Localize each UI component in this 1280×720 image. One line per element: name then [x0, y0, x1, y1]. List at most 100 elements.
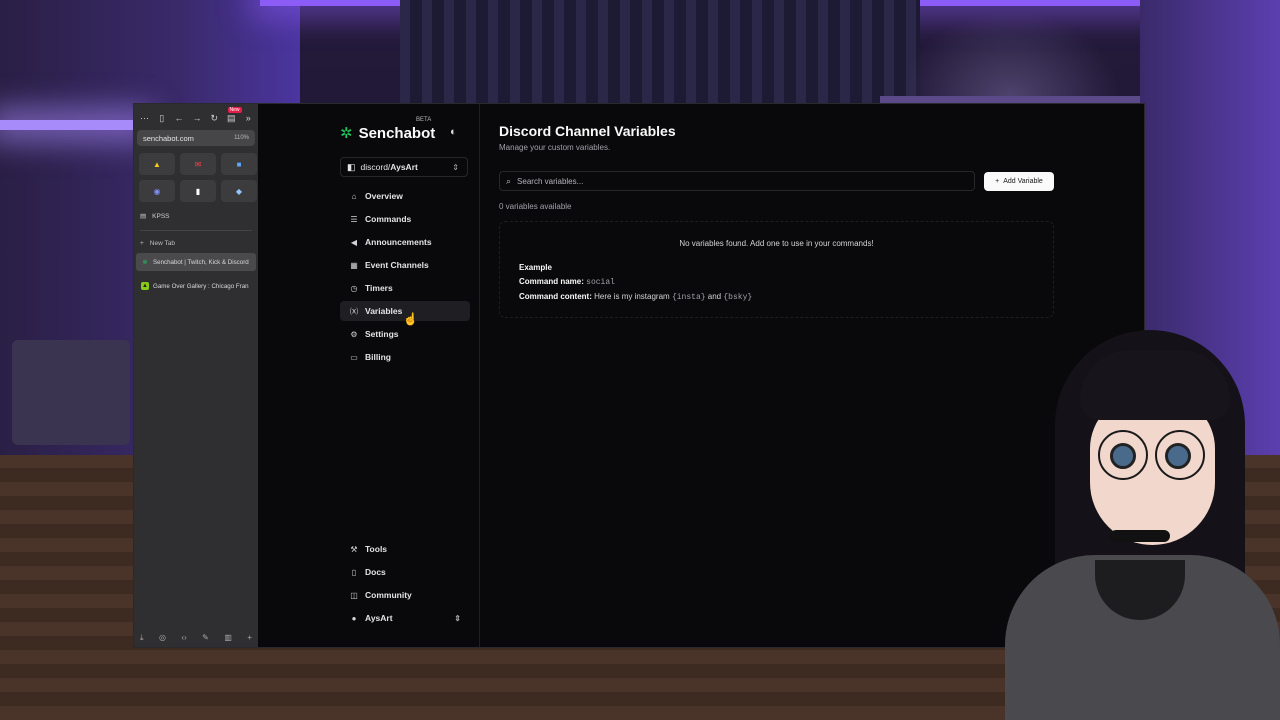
home-icon: ⌂: [351, 191, 357, 201]
nav-label: Overview: [365, 191, 403, 201]
nav-label: Community: [365, 590, 412, 600]
curtain: [400, 0, 920, 110]
browser-toolbar: ⋯ ▯ ← → ↻ ▤ New »: [134, 104, 258, 126]
pinned-discord[interactable]: ◉: [139, 180, 175, 202]
page-title: Discord Channel Variables: [499, 123, 676, 139]
avatar-bangs: [1080, 350, 1230, 420]
forward-icon[interactable]: →: [192, 113, 201, 123]
speaker: [12, 340, 130, 445]
divider: [140, 230, 252, 231]
pinned-docs[interactable]: ■: [221, 153, 257, 175]
reload-icon[interactable]: ↻: [210, 113, 218, 124]
pinned-drive[interactable]: ▲: [139, 153, 175, 175]
search-icon: ⌕: [506, 175, 512, 186]
example-variable: {bsky}: [723, 293, 753, 302]
pinned-gmail[interactable]: ✉: [180, 153, 216, 175]
channel-icon: ◧: [347, 161, 356, 172]
tab-title: Game Over Gallery : Chicago Fran: [153, 282, 249, 290]
calendar-icon: ▦: [350, 260, 358, 270]
example-variable: {insta}: [671, 293, 706, 302]
example-joiner: and: [707, 292, 722, 301]
wrench-icon: ⚒: [350, 544, 358, 554]
chevron-updown-icon: ⇕: [454, 613, 461, 623]
card-icon: ▭: [350, 352, 358, 362]
nav-item-tools[interactable]: ⚒ Tools: [340, 539, 470, 559]
browser-window: ⋯ ▯ ← → ↻ ▤ New » senchabot.com 110% ▲ ✉ …: [133, 103, 1145, 648]
figurines: [900, 10, 1120, 98]
more-icon[interactable]: ⋯: [140, 113, 149, 124]
folder-icon: ▤: [140, 213, 147, 220]
nav-label: Announcements: [365, 237, 432, 247]
app-sidebar: ✲ Senchabot BETA ◐ ◧ discord/AysArt ⇕ ⌂ O…: [258, 104, 480, 647]
browser-tab[interactable]: ▲ Game Over Gallery : Chicago Fran: [136, 277, 256, 295]
add-variable-button[interactable]: + Add Variable: [984, 171, 1054, 191]
nav-label: Billing: [365, 352, 391, 362]
url-bar[interactable]: senchabot.com 110%: [137, 130, 255, 146]
folder-label: KPSS: [152, 212, 170, 220]
nav-item-event-channels[interactable]: ▦ Event Channels: [340, 255, 470, 275]
browser-tab[interactable]: ✲ Senchabot | Twitch, Kick & Discord: [136, 253, 256, 271]
notion-icon: ▮: [195, 186, 201, 196]
nav-label: Commands: [365, 214, 412, 224]
chat-icon: ◫: [350, 590, 358, 600]
nav-item-commands[interactable]: ☰ Commands: [340, 209, 470, 229]
gear-icon: ⚙: [350, 329, 358, 339]
nav-item-timers[interactable]: ◷ Timers: [340, 278, 470, 298]
theme-toggle-icon[interactable]: ◐: [450, 126, 457, 138]
gmail-icon: ✉: [194, 159, 202, 169]
code-icon[interactable]: ‹›: [181, 633, 186, 643]
gallery-favicon-icon: ▲: [141, 282, 149, 290]
add-icon[interactable]: +: [247, 633, 252, 643]
plus-icon: +: [995, 177, 1000, 185]
variables-count: 0 variables available: [499, 202, 572, 211]
nav-label: Settings: [365, 329, 399, 339]
news-icon[interactable]: ▤ New: [227, 106, 242, 124]
nav-item-settings[interactable]: ⚙ Settings: [340, 324, 470, 344]
nav-label: Docs: [365, 567, 386, 577]
avatar: ●: [351, 613, 357, 623]
zoom-level[interactable]: 110%: [234, 135, 249, 141]
add-variable-label: Add Variable: [1003, 177, 1043, 185]
docs-icon: ■: [236, 159, 242, 169]
nav-item-docs[interactable]: ▯ Docs: [340, 562, 470, 582]
gamepad-icon[interactable]: ◎: [159, 633, 166, 643]
plus-icon: +: [140, 240, 144, 247]
sidebar-toggle-icon[interactable]: ▯: [158, 113, 165, 124]
nav-item-billing[interactable]: ▭ Billing: [340, 347, 470, 367]
channel-selector[interactable]: ◧ discord/AysArt ⇕: [340, 157, 468, 177]
discord-icon: ◉: [153, 186, 161, 196]
search-input[interactable]: [517, 176, 968, 186]
back-icon[interactable]: ←: [174, 113, 183, 123]
secondary-nav: ⚒ Tools ▯ Docs ◫ Community ● AysArt ⇕: [340, 539, 470, 631]
new-tab-label: New Tab: [149, 240, 175, 247]
news-badge: New: [227, 106, 242, 113]
example-name-value: social: [586, 278, 615, 287]
senchabot-logo-icon: ✲: [340, 125, 353, 142]
download-icon[interactable]: ⤓: [140, 633, 144, 643]
search-box[interactable]: ⌕: [499, 171, 975, 191]
list-icon: ☰: [350, 214, 358, 224]
empty-state: No variables found. Add one to use in yo…: [499, 221, 1054, 318]
folder-item[interactable]: ▤ KPSS: [140, 212, 252, 221]
nav-item-community[interactable]: ◫ Community: [340, 585, 470, 605]
library-icon[interactable]: ▥: [224, 633, 232, 643]
nav-item-announcements[interactable]: ◀ Announcements: [340, 232, 470, 252]
brand-name: Senchabot: [358, 124, 436, 142]
senchabot-favicon-icon: ✲: [142, 259, 148, 266]
neon-light-strip-left: [0, 120, 140, 130]
example-block: Example Command name: social Command con…: [519, 261, 752, 305]
brand[interactable]: ✲ Senchabot BETA ◐: [340, 117, 471, 144]
nav-item-overview[interactable]: ⌂ Overview: [340, 186, 470, 206]
example-heading: Example: [519, 263, 552, 272]
app-icon: ◆: [235, 186, 243, 196]
expand-icon[interactable]: »: [245, 113, 252, 123]
pinned-app[interactable]: ◆: [221, 180, 257, 202]
user-menu[interactable]: ● AysArt ⇕: [340, 608, 470, 628]
drive-icon: ▲: [153, 159, 161, 169]
note-icon[interactable]: ✎: [202, 633, 209, 643]
channel-platform: discord/: [360, 162, 391, 172]
example-content-prefix: Here is my instagram: [594, 292, 670, 301]
pinned-notion[interactable]: ▮: [180, 180, 216, 202]
new-tab-button[interactable]: + New Tab: [140, 240, 252, 247]
channel-name: AysArt: [390, 162, 418, 172]
